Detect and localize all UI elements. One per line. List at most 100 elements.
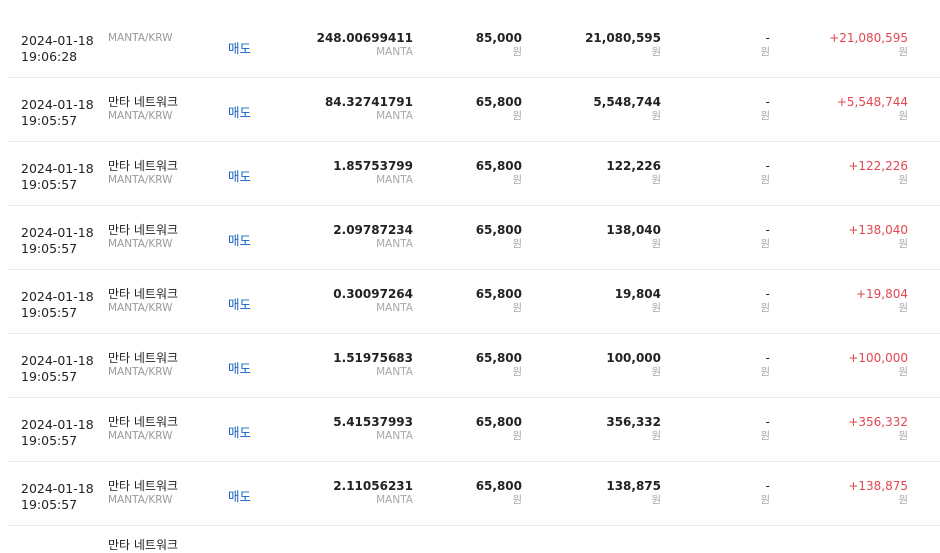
trade-type: 매도 [228, 425, 252, 440]
trade-date: 2024-01-18 [21, 353, 94, 368]
settlement-value: +21,080,595 [829, 31, 908, 45]
settlement-cell: +138,875 원 [848, 479, 908, 507]
trade-date: 2024-01-18 [21, 33, 94, 48]
settlement-unit: 원 [898, 110, 908, 122]
price-cell: 65,800 원 [476, 287, 522, 315]
settlement-value: +356,332 [848, 415, 908, 429]
quantity-value: 1.51975683 [333, 351, 413, 365]
quantity-cell: 5.41537993 MANTA [333, 415, 413, 443]
quantity-value: 84.32741791 [324, 95, 413, 109]
asset-cell: 만타 네트워크 MANTA/KRW [108, 479, 178, 507]
price-unit: 원 [512, 430, 522, 442]
settlement-cell: +138,040 원 [848, 223, 908, 251]
price-cell: 65,800 원 [476, 223, 522, 251]
quantity-unit: MANTA [376, 110, 413, 122]
table-row: 2024-01-18 19:05:57 만타 네트워크 MANTA/KRW 매도… [8, 398, 940, 462]
quantity-cell: 1.85753799 MANTA [333, 159, 413, 187]
market-pair: MANTA/KRW [108, 494, 173, 506]
settlement-cell: +19,804 원 [856, 287, 908, 315]
settlement-cell: +21,080,595 원 [829, 31, 908, 59]
quantity-unit: MANTA [376, 46, 413, 58]
table-row: 2024-01-18 19:05:57 만타 네트워크 MANTA/KRW 매도… [8, 462, 940, 526]
fee-value: - [765, 287, 770, 301]
amount-cell: 138,875 원 [606, 479, 661, 507]
trade-datetime: 2024-01-18 19:06:28 [21, 33, 94, 65]
amount-cell: 5,548,744 원 [593, 95, 661, 123]
quantity-unit: MANTA [376, 366, 413, 378]
trade-datetime: 2024-01-18 19:05:57 [21, 481, 94, 513]
amount-value: 5,548,744 [593, 95, 661, 109]
amount-unit: 원 [651, 494, 661, 506]
price-unit: 원 [512, 46, 522, 58]
trade-date: 2024-01-18 [21, 417, 94, 432]
trade-type: 매도 [228, 233, 252, 248]
quantity-unit: MANTA [376, 238, 413, 250]
settlement-cell: +5,548,744 원 [837, 95, 908, 123]
trade-type: 매도 [228, 169, 252, 184]
table-row: 2024-01-18 19:05:57 만타 네트워크 MANTA/KRW 매도… [8, 206, 940, 270]
trade-datetime: 2024-01-18 19:05:57 [21, 289, 94, 321]
asset-name: 만타 네트워크 [108, 479, 179, 493]
price-unit: 원 [512, 366, 522, 378]
quantity-value: 248.00699411 [316, 31, 413, 45]
fee-value: - [765, 415, 770, 429]
fee-cell: - 원 [760, 223, 770, 251]
asset-cell: 만타 네트워크 MANTA/KRW [108, 415, 178, 443]
trade-time: 19:05:57 [21, 177, 78, 192]
amount-value: 100,000 [606, 351, 661, 365]
fee-value: - [765, 351, 770, 365]
settlement-unit: 원 [898, 238, 908, 250]
fee-cell: - 원 [760, 479, 770, 507]
price-cell: 65,800 원 [476, 95, 522, 123]
market-pair: MANTA/KRW [108, 366, 173, 378]
price-unit: 원 [512, 494, 522, 506]
trade-datetime: 2024-01-18 19:05:57 [21, 97, 94, 129]
fee-unit: 원 [760, 238, 770, 250]
quantity-value: 1.85753799 [333, 159, 413, 173]
amount-unit: 원 [651, 46, 661, 58]
quantity-unit: MANTA [376, 302, 413, 314]
fee-value: - [765, 159, 770, 173]
quantity-cell: 84.32741791 MANTA [325, 95, 413, 123]
fee-unit: 원 [760, 174, 770, 186]
fee-value: - [765, 95, 770, 109]
trade-time: 19:05:57 [21, 497, 78, 512]
quantity-value: 0.30097264 [333, 287, 413, 301]
fee-cell: - 원 [760, 95, 770, 123]
table-row: 2024-01-18 19:05:57 만타 네트워크 MANTA/KRW 매도… [8, 78, 940, 142]
amount-unit: 원 [651, 174, 661, 186]
quantity-value: 2.09787234 [333, 223, 413, 237]
price-cell: 65,800 원 [476, 351, 522, 379]
asset-name: 만타 네트워크 [108, 95, 179, 109]
settlement-unit: 원 [898, 46, 908, 58]
price-value: 65,800 [475, 287, 522, 301]
fee-unit: 원 [760, 494, 770, 506]
trade-datetime: 2024-01-18 19:05:57 [21, 353, 94, 385]
amount-value: 21,080,595 [585, 31, 661, 45]
price-unit: 원 [512, 110, 522, 122]
trade-time: 19:05:57 [21, 433, 78, 448]
settlement-unit: 원 [898, 302, 908, 314]
market-pair: MANTA/KRW [108, 430, 173, 442]
price-cell: 65,800 원 [476, 159, 522, 187]
fee-unit: 원 [760, 46, 770, 58]
quantity-cell: 2.09787234 MANTA [333, 223, 413, 251]
quantity-unit: MANTA [376, 430, 413, 442]
fee-unit: 원 [760, 302, 770, 314]
market-pair: MANTA/KRW [108, 238, 173, 250]
price-value: 65,800 [475, 479, 522, 493]
amount-unit: 원 [651, 238, 661, 250]
amount-cell: 19,804 원 [615, 287, 661, 315]
table-row: 2024-01-18 19:06:28 MANTA/KRW 매도 248.006… [8, 14, 940, 78]
market-pair: MANTA/KRW [108, 302, 173, 314]
settlement-unit: 원 [898, 430, 908, 442]
price-value: 65,800 [475, 415, 522, 429]
asset-cell: 만타 네트워크 MANTA/KRW [108, 95, 178, 123]
quantity-cell: 1.51975683 MANTA [333, 351, 413, 379]
asset-cell: 만타 네트워크 MANTA/KRW [108, 287, 178, 315]
asset-cell: 만타 네트워크 MANTA/KRW [108, 159, 178, 187]
fee-unit: 원 [760, 430, 770, 442]
fee-cell: - 원 [760, 31, 770, 59]
trade-time: 19:05:57 [21, 241, 78, 256]
price-unit: 원 [512, 174, 522, 186]
